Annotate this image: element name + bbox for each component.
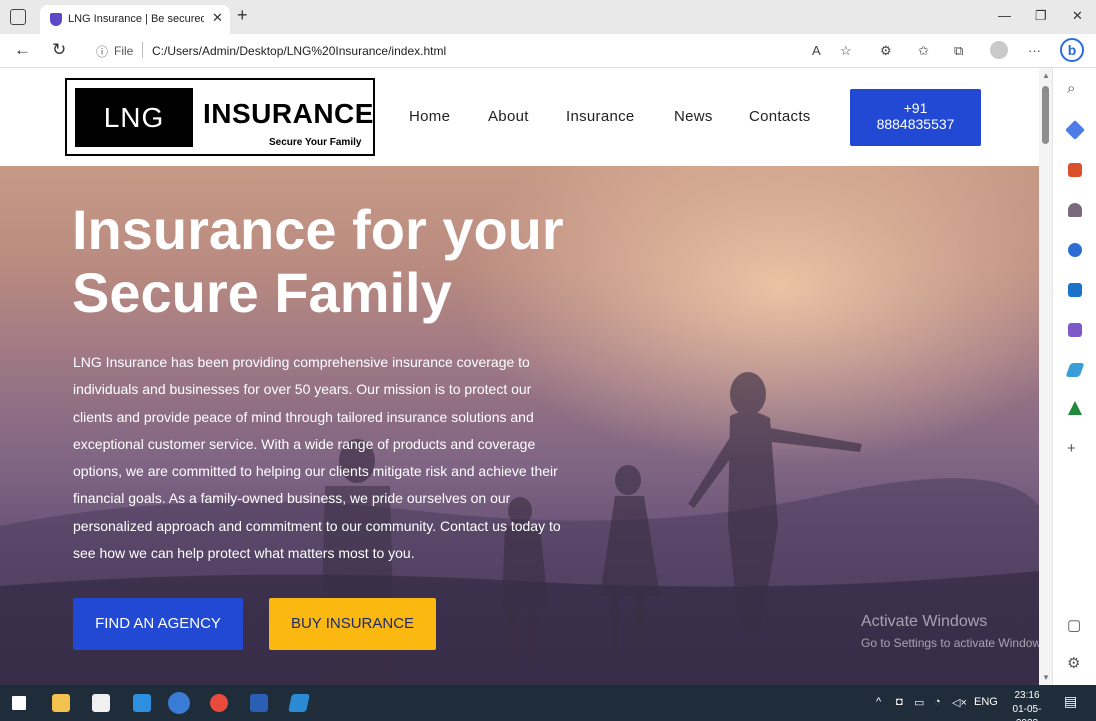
close-window-icon[interactable]: ✕ [1072,8,1083,24]
url-text[interactable]: C:/Users/Admin/Desktop/LNG%20Insurance/i… [152,44,446,58]
settings-gear-icon[interactable]: ⚙ [1067,654,1080,672]
hero-title: Insurance for your Secure Family [72,198,632,324]
phone-button[interactable]: +91 8884835537 [850,89,981,146]
favorites-icon[interactable]: ✩ [918,43,929,59]
extensions-icon[interactable]: ⚙ [880,43,892,59]
calculator-icon[interactable] [92,694,110,712]
more-menu-icon[interactable]: ··· [1028,43,1041,58]
url-separator [142,42,143,58]
site-logo[interactable]: LNG INSURANCE Secure Your Family [65,78,375,156]
scroll-up-icon[interactable]: ▲ [1042,71,1050,80]
outlook-icon[interactable] [1068,283,1082,297]
address-bar[interactable]: ⓘ File C:/Users/Admin/Desktop/LNG%20Insu… [86,38,866,64]
tab-title: LNG Insurance | Be secured for fu [68,13,204,25]
split-screen-icon[interactable]: ▢ [1067,616,1081,634]
start-windows-icon[interactable] [12,696,26,710]
browser-tab[interactable]: LNG Insurance | Be secured for fu ✕ [40,5,230,34]
logo-tagline: Secure Your Family [269,137,362,148]
clock-time: 23:16 [1014,690,1040,701]
info-icon[interactable]: ⓘ [96,43,108,60]
hero-title-line2: Secure Family [72,261,452,324]
send-icon[interactable] [1065,363,1085,377]
hero-paragraph: LNG Insurance has been providing compreh… [73,354,561,562]
page-scrollbar[interactable]: ▲ ▼ [1039,68,1052,685]
chrome-icon[interactable] [210,694,228,712]
language-indicator[interactable]: ENG [974,696,998,708]
battery-icon[interactable]: ▭ [914,696,924,709]
logo-lng: LNG [75,88,193,147]
shopping-tag-icon[interactable] [1065,120,1085,140]
bing-chat-icon[interactable]: b [1060,38,1084,62]
tab-close-icon[interactable]: ✕ [212,10,223,26]
nav-news[interactable]: News [674,108,713,125]
word-icon[interactable] [250,694,268,712]
buy-insurance-button[interactable]: BUY INSURANCE [269,598,436,650]
activate-windows-subtitle: Go to Settings to activate Windows. [861,636,1039,650]
logo-insurance: INSURANCE [203,98,374,129]
profile-avatar[interactable] [990,41,1008,59]
edge-sidebar: ⌕ + ▢ ⚙ [1052,68,1096,685]
file-label: File [114,44,134,58]
wifi-icon[interactable]: ◔ [934,696,941,708]
file-explorer-icon[interactable] [52,694,70,712]
designer-icon[interactable] [1068,323,1082,337]
restore-icon[interactable]: ❐ [1035,8,1047,24]
tray-meet-icon[interactable]: ◘ [896,696,903,708]
nav-home[interactable]: Home [409,108,450,125]
clock[interactable]: 23:16 01-05-2023 [1003,689,1051,721]
browser-title-bar: LNG Insurance | Be secured for fu ✕ + — … [0,0,1096,34]
games-icon[interactable] [1068,203,1082,217]
read-aloud-icon[interactable]: A [812,43,821,58]
tab-actions-icon[interactable] [10,9,26,25]
hero-section: Insurance for your Secure Family LNG Ins… [0,166,1039,685]
nav-about[interactable]: About [488,108,529,125]
tree-icon[interactable] [1068,401,1082,415]
favorite-star-icon[interactable]: ☆ [840,43,852,59]
tray-chevron-icon[interactable]: ^ [876,696,881,708]
microsoft-365-icon[interactable] [1068,243,1082,257]
browser-toolbar: ← ↻ ⓘ File C:/Users/Admin/Desktop/LNG%20… [0,34,1096,68]
find-agency-button[interactable]: FIND AN AGENCY [73,598,243,650]
scroll-down-icon[interactable]: ▼ [1042,673,1050,682]
speaker-muted-icon[interactable]: ◁× [952,696,967,709]
activate-windows-title: Activate Windows [861,613,988,630]
mail-icon[interactable] [133,694,151,712]
edge-browser-icon[interactable] [168,692,190,714]
tools-briefcase-icon[interactable] [1068,163,1082,177]
notifications-icon[interactable]: ▤ [1064,693,1077,710]
reload-icon[interactable]: ↻ [52,40,66,60]
search-icon[interactable]: ⌕ [1067,80,1075,97]
phone-prefix: +91 [903,100,928,116]
scroll-thumb[interactable] [1042,86,1049,144]
new-tab-icon[interactable]: + [237,5,248,26]
hero-title-line1: Insurance for your [72,198,564,261]
windows-taskbar: ^ ◘ ▭ ◔ ◁× ENG 23:16 01-05-2023 ▤ [0,685,1096,721]
page-viewport: LNG INSURANCE Secure Your Family Home Ab… [0,68,1039,685]
nav-insurance[interactable]: Insurance [566,108,635,125]
phone-number: 8884835537 [876,116,955,132]
collections-icon[interactable]: ⧉ [954,43,963,59]
nav-contacts[interactable]: Contacts [749,108,811,125]
site-header: LNG INSURANCE Secure Your Family Home Ab… [0,68,1039,166]
favicon-shield-icon [50,13,62,26]
add-sidebar-icon[interactable]: + [1067,440,1076,457]
back-icon[interactable]: ← [14,40,31,60]
minimize-icon[interactable]: — [998,8,1011,23]
vscode-icon[interactable] [288,694,310,712]
clock-date: 01-05-2023 [1012,704,1042,721]
